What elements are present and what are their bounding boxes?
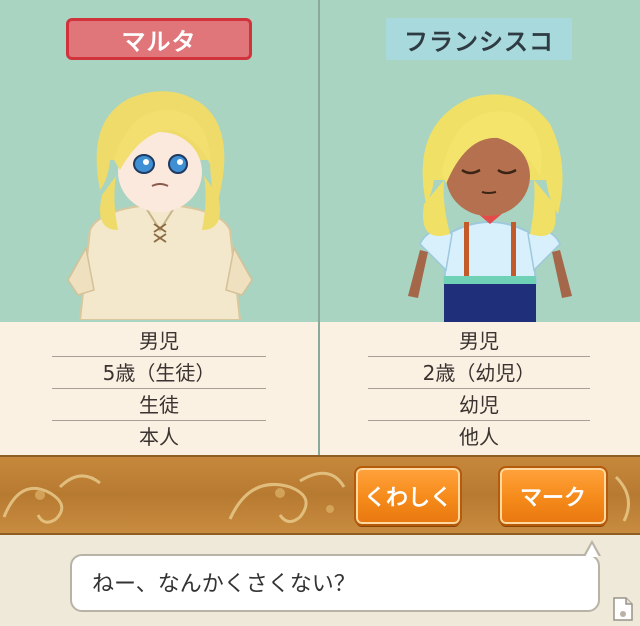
dialog-text: ねー、なんかくさくない？: [92, 572, 356, 597]
right-info-gender: 男児: [459, 329, 499, 353]
speech-bubble-tail-inner: [585, 544, 599, 557]
info-divider: [52, 388, 266, 389]
right-character-name-tag: フランシスコ: [386, 18, 572, 60]
left-info-relation: 本人: [139, 425, 179, 449]
right-character-info: 男児 2歳（幼児） 幼児 他人: [320, 322, 640, 455]
right-info-role: 幼児: [459, 393, 499, 417]
marta-character-portrait: [67, 91, 253, 320]
left-character-info: 男児 5歳（生徒） 生徒 本人: [0, 322, 318, 455]
francisco-character-portrait: [408, 94, 572, 324]
right-info-relation: 他人: [459, 425, 499, 449]
info-divider: [368, 388, 590, 389]
left-info-gender: 男児: [139, 329, 179, 353]
info-divider: [52, 420, 266, 421]
info-divider: [368, 356, 590, 357]
page-corner-icon[interactable]: [612, 596, 634, 622]
left-info-age: 5歳（生徒）: [102, 361, 216, 385]
left-info-role: 生徒: [139, 393, 179, 417]
details-button[interactable]: くわしく: [354, 466, 462, 526]
info-divider: [368, 420, 590, 421]
right-info-age: 2歳（幼児）: [422, 361, 536, 385]
left-character-name-tag: マルタ: [66, 18, 252, 60]
info-divider: [52, 356, 266, 357]
mark-button[interactable]: マーク: [498, 466, 608, 526]
